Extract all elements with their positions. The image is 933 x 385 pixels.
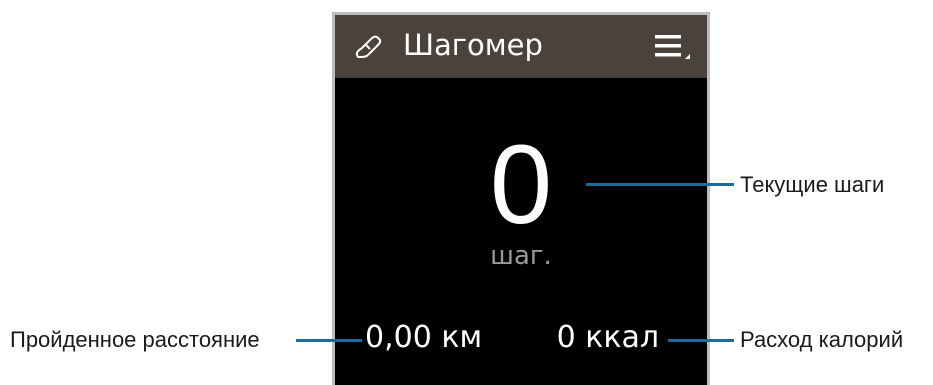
calories-callout-line bbox=[668, 339, 734, 342]
calories-value: 0 ккал bbox=[556, 320, 659, 355]
device-screen: Шагомер 0 шаг. 0,00 км 0 ккал bbox=[332, 12, 710, 385]
distance-value: 0,00 км bbox=[365, 320, 483, 355]
menu-icon[interactable] bbox=[655, 33, 691, 63]
shoe-icon bbox=[353, 33, 383, 59]
app-header: Шагомер bbox=[335, 15, 707, 78]
current-steps-callout-label: Текущие шаги bbox=[740, 172, 885, 197]
calories-callout-label: Расход калорий bbox=[740, 327, 904, 352]
app-title: Шагомер bbox=[403, 28, 543, 62]
distance-callout-label: Пройденное расстояние bbox=[10, 327, 260, 352]
distance-callout-line bbox=[296, 339, 362, 342]
steps-unit-label: шаг. bbox=[490, 241, 552, 271]
current-steps-callout-line bbox=[586, 183, 734, 186]
